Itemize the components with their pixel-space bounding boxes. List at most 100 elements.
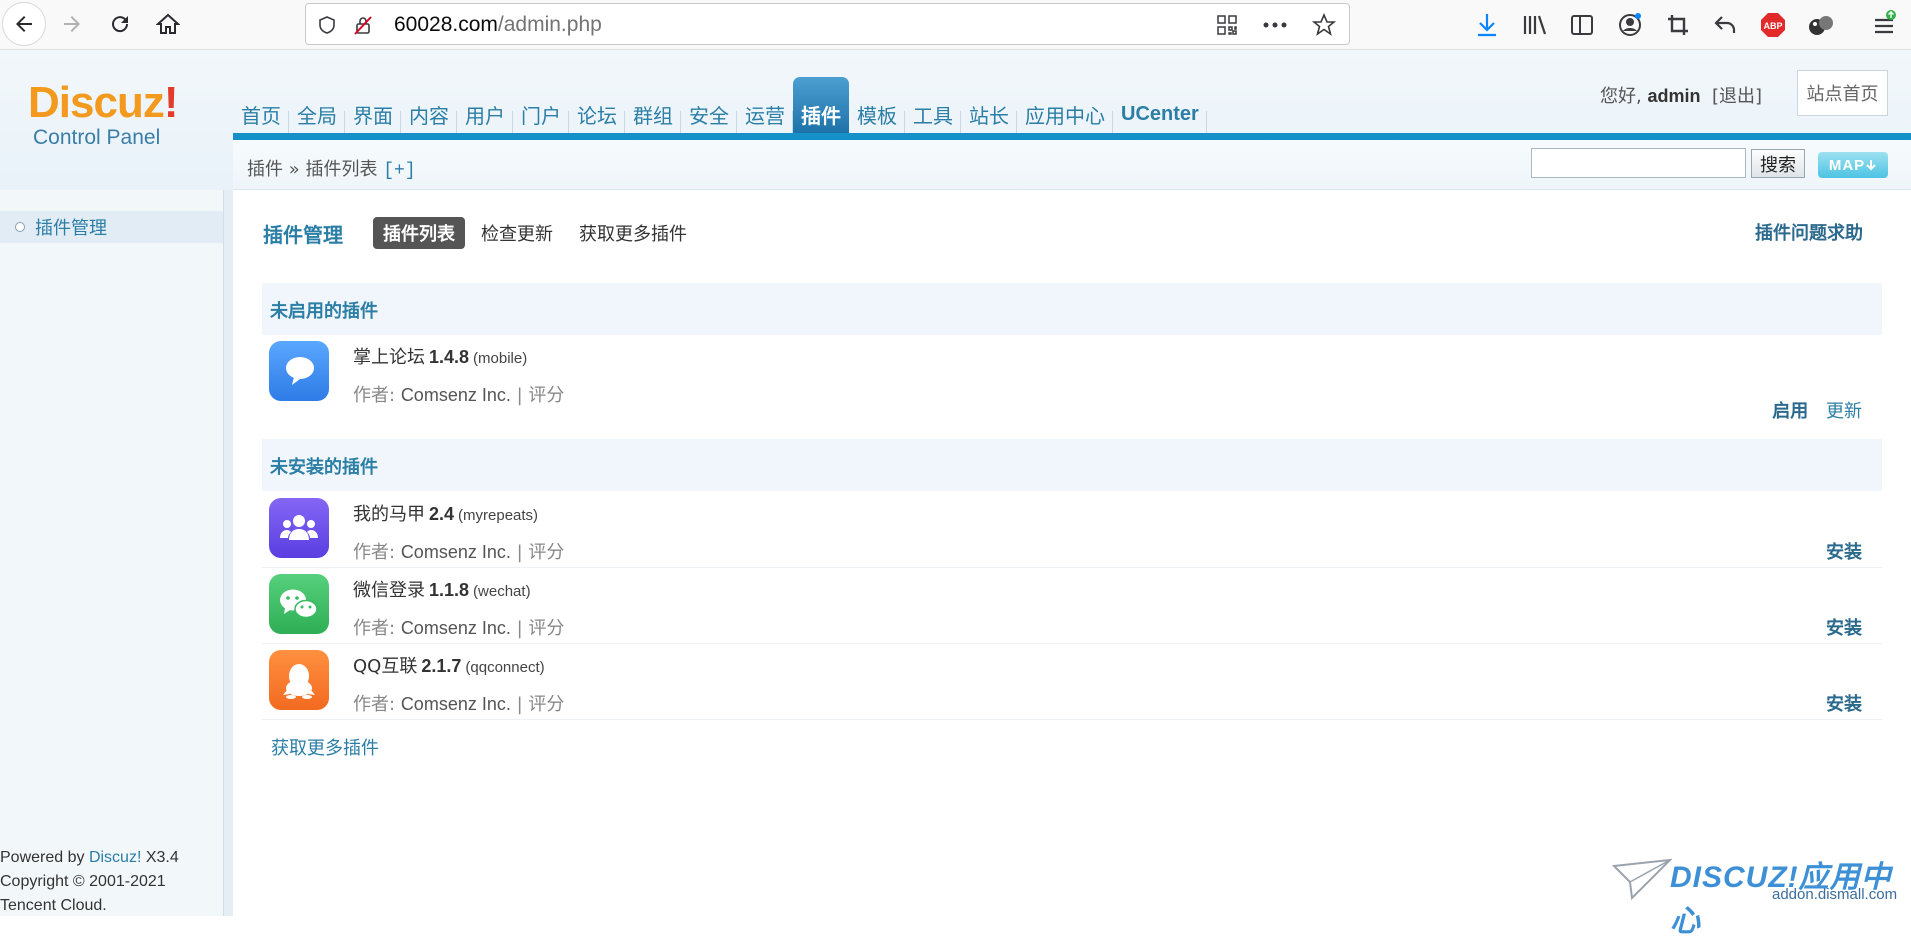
powered-by: Powered by Discuz! X3.4: [0, 849, 179, 866]
plugin-name: 微信登录 1.1.8 (wechat): [353, 580, 531, 601]
tab-plugin-list[interactable]: 插件列表: [373, 217, 465, 249]
nav-global[interactable]: 全局: [289, 77, 345, 137]
qq-penguin-icon: [269, 650, 329, 710]
logo-subtitle: Control Panel: [33, 126, 161, 149]
home-button[interactable]: [148, 4, 188, 44]
install-button[interactable]: 安装: [1826, 690, 1862, 716]
update-button[interactable]: 更新: [1826, 401, 1862, 422]
home-icon: [156, 13, 180, 34]
site-index-button[interactable]: 站点首页: [1797, 70, 1888, 116]
sidebar-footer: Powered by Discuz! X3.4 Copyright © 2001…: [0, 846, 179, 918]
logo-brand: Discuz!: [28, 78, 178, 127]
rating-link[interactable]: 评分: [528, 385, 564, 406]
wechat-icon: [269, 574, 329, 634]
breadcrumb-separator: »: [288, 159, 300, 180]
shield-icon[interactable]: [314, 12, 340, 38]
undo-icon[interactable]: [1710, 10, 1740, 40]
url-text[interactable]: 60028.com/admin.php: [394, 13, 602, 37]
discuz-link[interactable]: Discuz!: [89, 849, 141, 866]
account-icon[interactable]: [1615, 10, 1645, 40]
nav-portal[interactable]: 门户: [513, 77, 569, 137]
paper-plane-icon: [1612, 858, 1672, 901]
tab-get-more-plugins[interactable]: 获取更多插件: [569, 217, 697, 249]
plugin-name: QQ互联 2.1.7 (qqconnect): [353, 656, 545, 677]
users-icon: [269, 498, 329, 558]
bookmark-star-icon[interactable]: [1311, 12, 1337, 38]
plugin-row-myrepeats: 我的马甲 2.4 (myrepeats) 作者: Comsenz Inc. | 评分…: [262, 492, 1882, 568]
logout-link[interactable]: [退出]: [1712, 86, 1762, 107]
nav-ucenter[interactable]: UCenter: [1113, 77, 1207, 137]
plugin-name: 掌上论坛 1.4.8 (mobile): [353, 347, 528, 368]
adblock-icon[interactable]: ABP: [1758, 10, 1788, 40]
bullet-icon: [15, 222, 25, 232]
main-content: 插件管理 插件列表 检查更新 获取更多插件 插件问题求助 未启用的插件 掌上论坛…: [233, 191, 1911, 916]
url-bar[interactable]: 60028.com/admin.php: [305, 3, 1350, 45]
section-disabled-plugins: 未启用的插件: [262, 283, 1882, 335]
nav-forum[interactable]: 论坛: [569, 77, 625, 137]
forward-button[interactable]: [52, 4, 92, 44]
install-button[interactable]: 安装: [1826, 538, 1862, 564]
sidebar-divider: [223, 190, 233, 916]
reload-icon: [112, 16, 129, 33]
arrow-left-icon: [16, 16, 32, 32]
page-title: 插件管理: [263, 222, 343, 247]
map-button[interactable]: MAP: [1818, 152, 1888, 178]
install-button[interactable]: 安装: [1826, 614, 1862, 640]
watermark-domain: addon.dismall.com: [1772, 886, 1898, 903]
breadcrumb-root[interactable]: 插件: [247, 159, 283, 180]
plugin-name: 我的马甲 2.4 (myrepeats): [353, 504, 539, 525]
download-icon[interactable]: [1472, 10, 1502, 40]
sidebar-item-label: 插件管理: [35, 218, 107, 239]
username: admin: [1647, 86, 1701, 106]
rating-link[interactable]: 评分: [528, 542, 564, 563]
rating-link[interactable]: 评分: [528, 618, 564, 639]
nav-groups[interactable]: 群组: [625, 77, 681, 137]
user-info: 您好, admin [退出]: [1600, 82, 1762, 108]
insecure-lock-icon[interactable]: [350, 12, 376, 38]
back-button[interactable]: [2, 2, 46, 46]
nav-app-center[interactable]: 应用中心: [1017, 77, 1113, 137]
nav-operations[interactable]: 运营: [737, 77, 793, 137]
plugin-meta: 作者: Comsenz Inc. | 评分: [353, 694, 565, 715]
library-icon[interactable]: [1520, 10, 1550, 40]
plugin-row-mobile: 掌上论坛 1.4.8 (mobile) 作者: Comsenz Inc. | 评分 …: [262, 335, 1882, 427]
section-uninstalled-plugins: 未安装的插件: [262, 439, 1882, 491]
discuz-logo[interactable]: Discuz! Control Panel: [28, 80, 218, 150]
arrow-down-icon: [1866, 160, 1876, 171]
rating-link[interactable]: 评分: [528, 694, 564, 715]
extension-icon[interactable]: [1806, 10, 1836, 40]
chat-bubble-icon: [269, 341, 329, 401]
search-input[interactable]: [1531, 148, 1746, 178]
nav-home[interactable]: 首页: [233, 77, 289, 137]
more-actions-icon[interactable]: [1262, 12, 1288, 38]
nav-webmaster[interactable]: 站长: [961, 77, 1017, 137]
nav-tools[interactable]: 工具: [905, 77, 961, 137]
nav-interface[interactable]: 界面: [345, 77, 401, 137]
sidebar-icon[interactable]: [1567, 10, 1597, 40]
plugin-help-link[interactable]: 插件问题求助: [1755, 219, 1863, 245]
plugin-meta: 作者: Comsenz Inc. | 评分: [353, 385, 565, 406]
svg-text:ABP: ABP: [1763, 21, 1782, 31]
browser-toolbar: 60028.com/admin.php ABP: [0, 0, 1911, 50]
nav-plugins[interactable]: 插件: [793, 77, 849, 137]
tab-check-updates[interactable]: 检查更新: [471, 217, 563, 249]
get-more-plugins-link[interactable]: 获取更多插件: [271, 734, 379, 760]
qr-code-icon[interactable]: [1214, 12, 1240, 38]
addon-watermark: DISCUZ!应用中心 addon.dismall.com: [1612, 852, 1902, 938]
nav-users[interactable]: 用户: [457, 77, 513, 137]
add-shortcut-button[interactable]: [+]: [383, 161, 415, 181]
sidebar-item-plugin-management[interactable]: 插件管理: [0, 211, 223, 243]
plugin-meta: 作者: Comsenz Inc. | 评分: [353, 618, 565, 639]
plugin-row-qqconnect: QQ互联 2.1.7 (qqconnect) 作者: Comsenz Inc. | …: [262, 644, 1882, 720]
nav-templates[interactable]: 模板: [849, 77, 905, 137]
plugin-meta: 作者: Comsenz Inc. | 评分: [353, 542, 565, 563]
search-button[interactable]: 搜索: [1751, 149, 1805, 178]
reload-button[interactable]: [100, 4, 140, 44]
nav-underline: [233, 133, 1911, 140]
nav-security[interactable]: 安全: [681, 77, 737, 137]
nav-content[interactable]: 内容: [401, 77, 457, 137]
crop-icon[interactable]: [1663, 10, 1693, 40]
greeting: 您好,: [1600, 86, 1642, 107]
menu-icon[interactable]: [1869, 10, 1899, 40]
enable-button[interactable]: 启用: [1772, 401, 1808, 422]
